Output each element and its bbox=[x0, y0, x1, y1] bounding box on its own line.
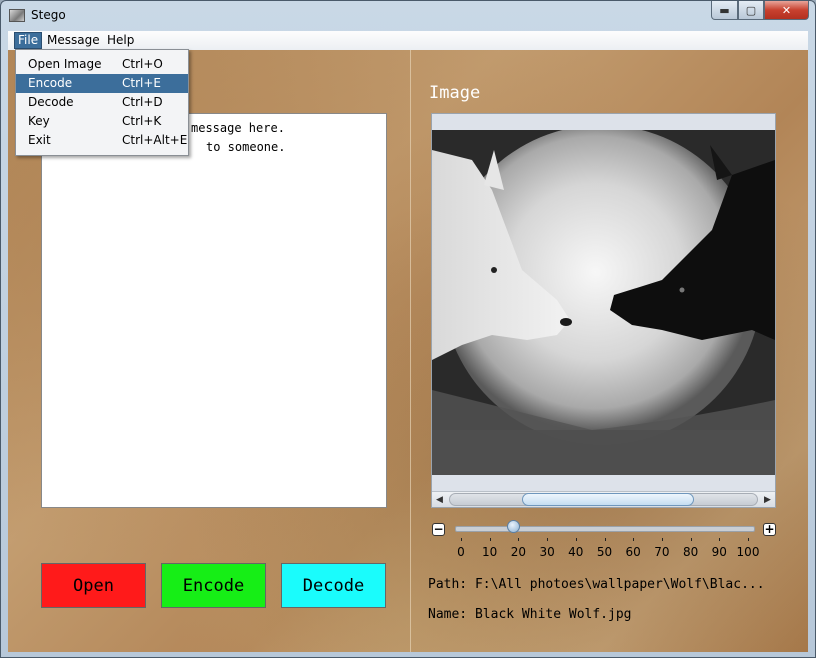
zoom-tick-mark bbox=[489, 538, 491, 541]
zoom-tick-mark bbox=[633, 538, 635, 541]
menu-item-label: Decode bbox=[28, 95, 74, 109]
zoom-slider[interactable] bbox=[455, 526, 755, 532]
zoom-out-button[interactable]: − bbox=[432, 523, 445, 536]
zoom-tick-label: 10 bbox=[482, 545, 498, 559]
window-title: Stego bbox=[31, 8, 66, 22]
zoom-tick-label: 30 bbox=[539, 545, 555, 559]
zoom-tick-mark bbox=[719, 538, 721, 541]
zoom-tick-label: 40 bbox=[568, 545, 584, 559]
encode-button[interactable]: Encode bbox=[161, 563, 266, 608]
zoom-tick-label: 100 bbox=[736, 545, 760, 559]
menu-item-label: Key bbox=[28, 114, 50, 128]
minimize-button[interactable]: ▬ bbox=[711, 1, 738, 20]
zoom-tick-labels: 0 10 20 30 40 50 60 70 80 90 100 bbox=[456, 538, 759, 559]
window-controls: ▬ ▢ ✕ bbox=[711, 1, 809, 21]
menu-item-accelerator: Ctrl+E bbox=[122, 76, 161, 90]
menu-item-accelerator: Ctrl+K bbox=[122, 114, 162, 128]
zoom-tick-mark bbox=[748, 538, 749, 541]
zoom-tick-label: 20 bbox=[510, 545, 527, 559]
zoom-tick-mark bbox=[547, 538, 549, 541]
zoom-tick-mark bbox=[604, 538, 606, 541]
wolf-image bbox=[432, 130, 775, 475]
zoom-tick-label: 70 bbox=[654, 545, 670, 559]
zoom-tick-label: 0 bbox=[457, 545, 465, 559]
zoom-tick-label: 90 bbox=[711, 545, 727, 559]
menu-help[interactable]: Help bbox=[104, 33, 137, 48]
open-button[interactable]: Open bbox=[41, 563, 146, 608]
close-button[interactable]: ✕ bbox=[764, 1, 809, 20]
file-menu-dropdown: Open Image Ctrl+O Encode Ctrl+E Decode C… bbox=[15, 49, 189, 156]
menu-item-accelerator: Ctrl+D bbox=[122, 95, 163, 109]
zoom-tick-mark bbox=[575, 538, 577, 541]
zoom-in-button[interactable]: + bbox=[763, 523, 776, 536]
menu-item-label: Encode bbox=[28, 76, 73, 90]
menu-message[interactable]: Message bbox=[44, 33, 103, 48]
decode-button[interactable]: Decode bbox=[281, 563, 386, 608]
image-viewport[interactable]: ◀ ▶ bbox=[431, 113, 776, 508]
menu-item-label: Open Image bbox=[28, 57, 102, 71]
zoom-tick-label: 60 bbox=[625, 545, 641, 559]
panel-divider bbox=[410, 50, 411, 652]
maximize-button[interactable]: ▢ bbox=[738, 1, 764, 20]
menu-item-encode[interactable]: Encode Ctrl+E bbox=[16, 74, 188, 93]
title-bar[interactable]: Stego ▬ ▢ ✕ bbox=[1, 1, 815, 31]
menu-item-key[interactable]: Key Ctrl+K bbox=[16, 112, 188, 131]
menu-item-decode[interactable]: Decode Ctrl+D bbox=[16, 93, 188, 112]
scroll-left-arrow-icon[interactable]: ◀ bbox=[432, 492, 447, 507]
zoom-tick-mark bbox=[690, 538, 692, 541]
zoom-tick-mark bbox=[661, 538, 663, 541]
menu-item-accelerator: Ctrl+O bbox=[122, 57, 163, 71]
menu-item-accelerator: Ctrl+Alt+E bbox=[122, 133, 188, 147]
image-path: Path: F:\All photoes\wallpaper\Wolf\Blac… bbox=[428, 577, 765, 592]
zoom-slider-thumb[interactable] bbox=[506, 520, 520, 533]
app-window: Stego ▬ ▢ ✕ File Message Help message he… bbox=[0, 0, 816, 658]
menu-file[interactable]: File bbox=[14, 32, 43, 49]
scroll-right-arrow-icon[interactable]: ▶ bbox=[760, 492, 775, 507]
zoom-tick-label: 50 bbox=[596, 545, 613, 559]
menu-item-open-image[interactable]: Open Image Ctrl+O bbox=[16, 55, 188, 74]
zoom-tick-mark bbox=[461, 538, 462, 541]
image-name: Name: Black White Wolf.jpg bbox=[428, 607, 632, 622]
menu-item-label: Exit bbox=[28, 133, 51, 147]
zoom-tick-mark bbox=[518, 538, 520, 541]
image-heading: Image bbox=[429, 83, 481, 103]
menu-bar: File Message Help bbox=[8, 31, 808, 51]
app-icon bbox=[9, 9, 25, 22]
message-textarea[interactable]: message here. to someone. bbox=[41, 113, 387, 508]
zoom-tick-label: 80 bbox=[682, 545, 699, 559]
scrollbar-thumb[interactable] bbox=[522, 493, 694, 506]
menu-item-exit[interactable]: Exit Ctrl+Alt+E bbox=[16, 131, 188, 150]
image-horizontal-scrollbar[interactable]: ◀ ▶ bbox=[432, 491, 775, 507]
